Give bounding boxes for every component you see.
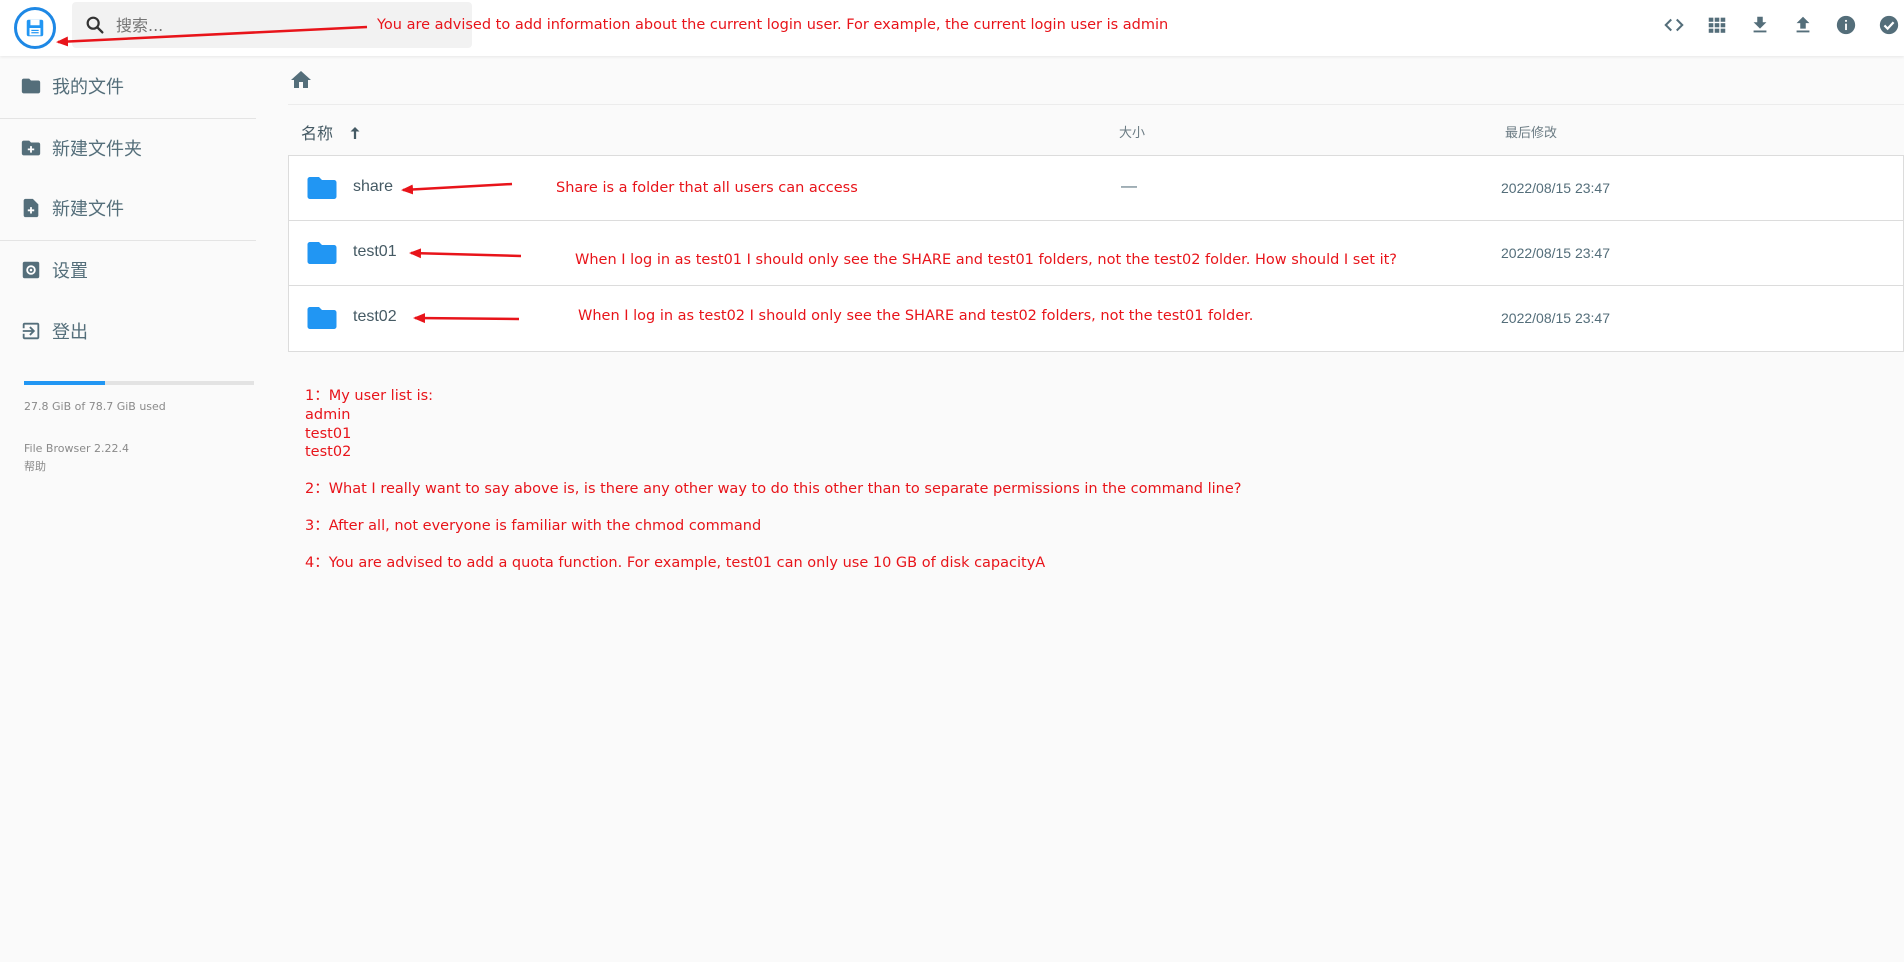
column-modified-header[interactable]: 最后修改 bbox=[1505, 122, 1557, 141]
info-icon[interactable] bbox=[1833, 12, 1859, 38]
logout-icon bbox=[22, 322, 40, 340]
settings-icon bbox=[22, 261, 40, 279]
folder-icon bbox=[307, 177, 337, 199]
column-name-label: 名称 bbox=[301, 124, 334, 143]
sidebar-item-logout[interactable]: 登出 bbox=[0, 307, 256, 355]
sidebar-divider bbox=[0, 118, 256, 119]
arrow-up-icon bbox=[350, 127, 360, 139]
sidebar-item-new-folder[interactable]: 新建文件夹 bbox=[0, 124, 256, 172]
sidebar-item-new-file[interactable]: 新建文件 bbox=[0, 184, 256, 232]
folder-icon bbox=[21, 78, 41, 94]
file-row-share[interactable]: share — 2022/08/15 23:47 bbox=[289, 156, 1903, 221]
folder-icon bbox=[307, 242, 337, 264]
annotation-share: Share is a folder that all users can acc… bbox=[556, 180, 858, 196]
sidebar-item-label: 登出 bbox=[52, 322, 88, 343]
quota-progress-fill bbox=[24, 381, 106, 385]
sidebar-item-settings[interactable]: 设置 bbox=[0, 246, 256, 294]
note-user: test01 bbox=[305, 425, 352, 442]
select-check-icon[interactable] bbox=[1876, 12, 1902, 38]
version-text: File Browser 2.22.4 bbox=[24, 442, 129, 455]
folder-icon bbox=[307, 307, 337, 329]
logo-icon[interactable] bbox=[14, 7, 56, 49]
file-name: share bbox=[353, 178, 394, 195]
file-name: test02 bbox=[353, 308, 397, 325]
code-icon[interactable] bbox=[1661, 12, 1687, 38]
grid-view-icon[interactable] bbox=[1704, 12, 1730, 38]
file-modified: 2022/08/15 23:47 bbox=[1501, 180, 1610, 196]
sidebar: 我的文件 新建文件夹 新建文件 设置 登出 27.8 GiB of 78.7 G… bbox=[0, 56, 256, 962]
home-icon bbox=[291, 71, 311, 88]
annotation-test01: When I log in as test01 I should only se… bbox=[575, 252, 1397, 268]
sidebar-divider bbox=[0, 240, 256, 241]
sidebar-item-label: 新建文件 bbox=[52, 199, 124, 220]
sidebar-item-label: 新建文件夹 bbox=[52, 139, 142, 160]
note-1: 1：My user list is: bbox=[305, 388, 434, 404]
download-icon[interactable] bbox=[1747, 12, 1773, 38]
file-name: test01 bbox=[353, 243, 397, 260]
floppy-logo-icon bbox=[26, 19, 44, 37]
annotation-test02: When I log in as test02 I should only se… bbox=[578, 308, 1254, 324]
column-size-header[interactable]: 大小 bbox=[1119, 122, 1145, 141]
column-name-header[interactable]: 名称 bbox=[301, 120, 364, 144]
quota-text: 27.8 GiB of 78.7 GiB used bbox=[24, 400, 166, 413]
note-3: 3：After all, not everyone is familiar wi… bbox=[305, 517, 762, 534]
breadcrumb-home[interactable] bbox=[289, 68, 313, 92]
sidebar-item-label: 我的文件 bbox=[52, 77, 124, 98]
note-2: 2：What I really want to say above is, is… bbox=[305, 481, 1242, 498]
note-user: test02 bbox=[305, 444, 352, 461]
annotation-login-user: You are advised to add information about… bbox=[377, 17, 1169, 33]
new-file-icon bbox=[23, 198, 39, 218]
file-modified: 2022/08/15 23:47 bbox=[1501, 310, 1610, 326]
search-icon bbox=[86, 16, 104, 34]
file-modified: 2022/08/15 23:47 bbox=[1501, 245, 1610, 261]
quota-progress-bar bbox=[24, 381, 254, 385]
annotation-notes: 1：My user list is: admin test01 test02 2… bbox=[305, 387, 1241, 573]
note-user: admin bbox=[305, 406, 351, 423]
help-link[interactable]: 帮助 bbox=[24, 458, 46, 474]
note-4: 4：You are advised to add a quota functio… bbox=[305, 554, 1046, 571]
sidebar-item-label: 设置 bbox=[52, 261, 88, 282]
upload-icon[interactable] bbox=[1790, 12, 1816, 38]
file-size: — bbox=[1121, 178, 1137, 195]
sidebar-item-my-files[interactable]: 我的文件 bbox=[0, 62, 256, 110]
new-folder-icon bbox=[21, 140, 41, 156]
breadcrumb-divider bbox=[288, 104, 1904, 105]
